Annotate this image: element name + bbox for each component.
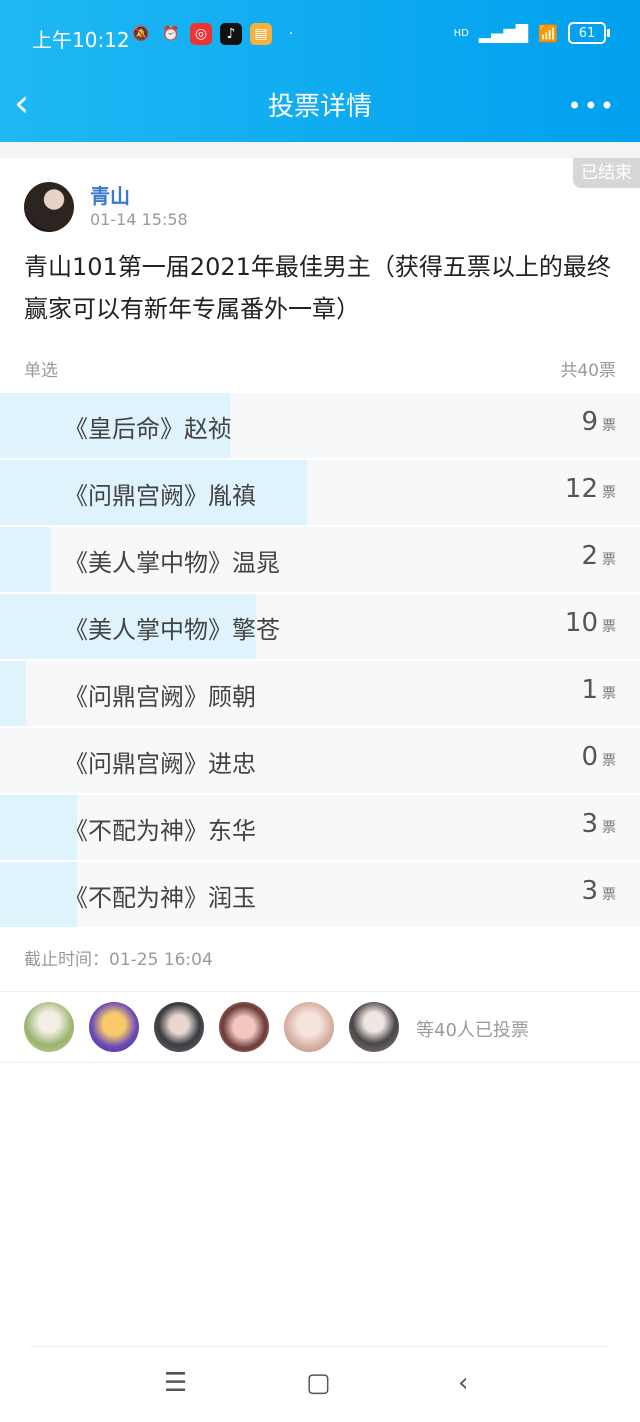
avatar[interactable] (24, 182, 74, 232)
vote-option-label: 《问鼎宫阙》顾朝 (64, 683, 256, 711)
nav-bar: ‹ 投票详情 ••• (0, 78, 640, 142)
vote-count-unit: 票 (602, 485, 616, 501)
app-header: 上午10:12 🔕 ⏰ ◎ ♪ ▤ · HD ▂▄▆█ 📶 61 ‹ 投票详情 … (0, 0, 640, 142)
vote-option-count: 9票 (581, 407, 616, 437)
vote-count-number: 12 (564, 474, 598, 504)
vote-option-label: 《不配为神》润玉 (64, 884, 256, 912)
dot-icon: · (288, 26, 294, 42)
vote-count-unit: 票 (602, 887, 616, 903)
voter-avatar[interactable] (154, 1002, 204, 1052)
deadline-text: 截止时间：01-25 16:04 (24, 950, 213, 970)
tiktok-icon: ♪ (220, 23, 242, 45)
vote-option-label: 《问鼎宫阙》进忠 (64, 750, 256, 778)
vote-options: 《皇后命》赵祯 9 票《问鼎宫阙》胤禛 12 票《美人掌中物》温晁 2 票《美人掌中物》擎苍… (0, 393, 640, 929)
vote-option[interactable]: 《问鼎宫阙》进忠 0 票 (0, 728, 640, 793)
vote-option-label: 《问鼎宫阙》胤禛 (64, 482, 256, 510)
status-time: 上午10:12 (32, 28, 130, 52)
status-badge: 已结束 (573, 158, 640, 188)
vote-count-unit: 票 (602, 619, 616, 635)
vote-option[interactable]: 《问鼎宫阙》顾朝 1 票 (0, 661, 640, 726)
vote-count-unit: 票 (602, 552, 616, 568)
vote-count-unit: 票 (602, 686, 616, 702)
vote-mode: 单选 (24, 361, 58, 381)
home-nav-button[interactable]: ▢ (306, 1368, 331, 1398)
vote-meta: 单选 共40票 (24, 356, 616, 381)
mute-icon: 🔕 (132, 26, 150, 42)
vote-count-number: 1 (581, 675, 598, 705)
voter-avatar[interactable] (284, 1002, 334, 1052)
section-divider (0, 142, 640, 158)
vote-option-label: 《皇后命》赵祯 (64, 415, 232, 443)
voter-avatar[interactable] (89, 1002, 139, 1052)
status-right: HD ▂▄▆█ 📶 61 (453, 22, 610, 44)
vote-count-unit: 票 (602, 418, 616, 434)
vote-count-unit: 票 (602, 820, 616, 836)
more-menu-button[interactable]: ••• (568, 92, 616, 120)
notification-icons: 🔕 ⏰ ◎ ♪ ▤ · (130, 23, 302, 45)
vote-option-label: 《不配为神》东华 (64, 817, 256, 845)
divider (0, 1062, 640, 1063)
vote-option-count: 3票 (581, 876, 616, 906)
menu-nav-button[interactable]: ☰ (164, 1368, 187, 1398)
vote-progress-bar (0, 527, 52, 592)
status-bar: 上午10:12 🔕 ⏰ ◎ ♪ ▤ · HD ▂▄▆█ 📶 61 (0, 0, 640, 78)
battery-icon: 61 (568, 22, 610, 44)
page-title: 投票详情 (267, 92, 372, 122)
vote-title: 青山101第一届2021年最佳男主（获得五票以上的最终赢家可以有新年专属番外一章… (24, 253, 611, 323)
divider (0, 991, 640, 992)
vote-total: 共40票 (560, 361, 616, 381)
vote-option[interactable]: 《皇后命》赵祯 9 票 (0, 393, 640, 458)
battery-level: 61 (578, 25, 596, 41)
vote-count-number: 9 (581, 407, 598, 437)
vote-option[interactable]: 《美人掌中物》擎苍 10 票 (0, 594, 640, 659)
vote-option[interactable]: 《不配为神》润玉 3 票 (0, 862, 640, 927)
vote-option-count: 2票 (581, 541, 616, 571)
voter-avatar[interactable] (24, 1002, 74, 1052)
vote-option[interactable]: 《不配为神》东华 3 票 (0, 795, 640, 860)
wifi-icon: 📶 (538, 23, 558, 43)
vote-option-count: 1票 (581, 675, 616, 705)
vote-option-count: 3票 (581, 809, 616, 839)
voter-count-text[interactable]: 等40人已投票 (416, 1016, 529, 1042)
vote-count-number: 0 (581, 742, 598, 772)
signal-icon: ▂▄▆█ (478, 23, 529, 43)
system-nav-bar: ☰ ▢ ‹ (0, 1346, 640, 1422)
vote-count-number: 3 (581, 809, 598, 839)
vote-progress-bar (0, 661, 26, 726)
vote-option-label: 《美人掌中物》擎苍 (64, 616, 280, 644)
voter-list[interactable]: 等40人已投票 (24, 1002, 624, 1054)
vote-option-count: 0票 (581, 742, 616, 772)
vote-option[interactable]: 《美人掌中物》温晁 2 票 (0, 527, 640, 592)
vote-option[interactable]: 《问鼎宫阙》胤禛 12 票 (0, 460, 640, 525)
vote-count-number: 10 (564, 608, 598, 638)
post-time: 01-14 15:58 (90, 210, 188, 229)
vote-count-unit: 票 (602, 753, 616, 769)
vote-option-count: 10 票 (565, 608, 616, 638)
vote-option-label: 《美人掌中物》温晁 (64, 549, 280, 577)
author-name[interactable]: 青山 (90, 180, 130, 209)
alarm-icon: ⏰ (162, 26, 180, 42)
reader-app-icon: ▤ (250, 23, 272, 45)
hd-indicator: HD (453, 27, 469, 39)
voter-avatar[interactable] (349, 1002, 399, 1052)
divider (30, 1346, 610, 1347)
back-nav-button[interactable]: ‹ (458, 1368, 468, 1398)
netease-music-icon: ◎ (190, 23, 212, 45)
vote-count-number: 3 (581, 876, 598, 906)
vote-option-count: 12 票 (565, 474, 616, 504)
vote-count-number: 2 (581, 541, 598, 571)
voter-avatar[interactable] (219, 1002, 269, 1052)
